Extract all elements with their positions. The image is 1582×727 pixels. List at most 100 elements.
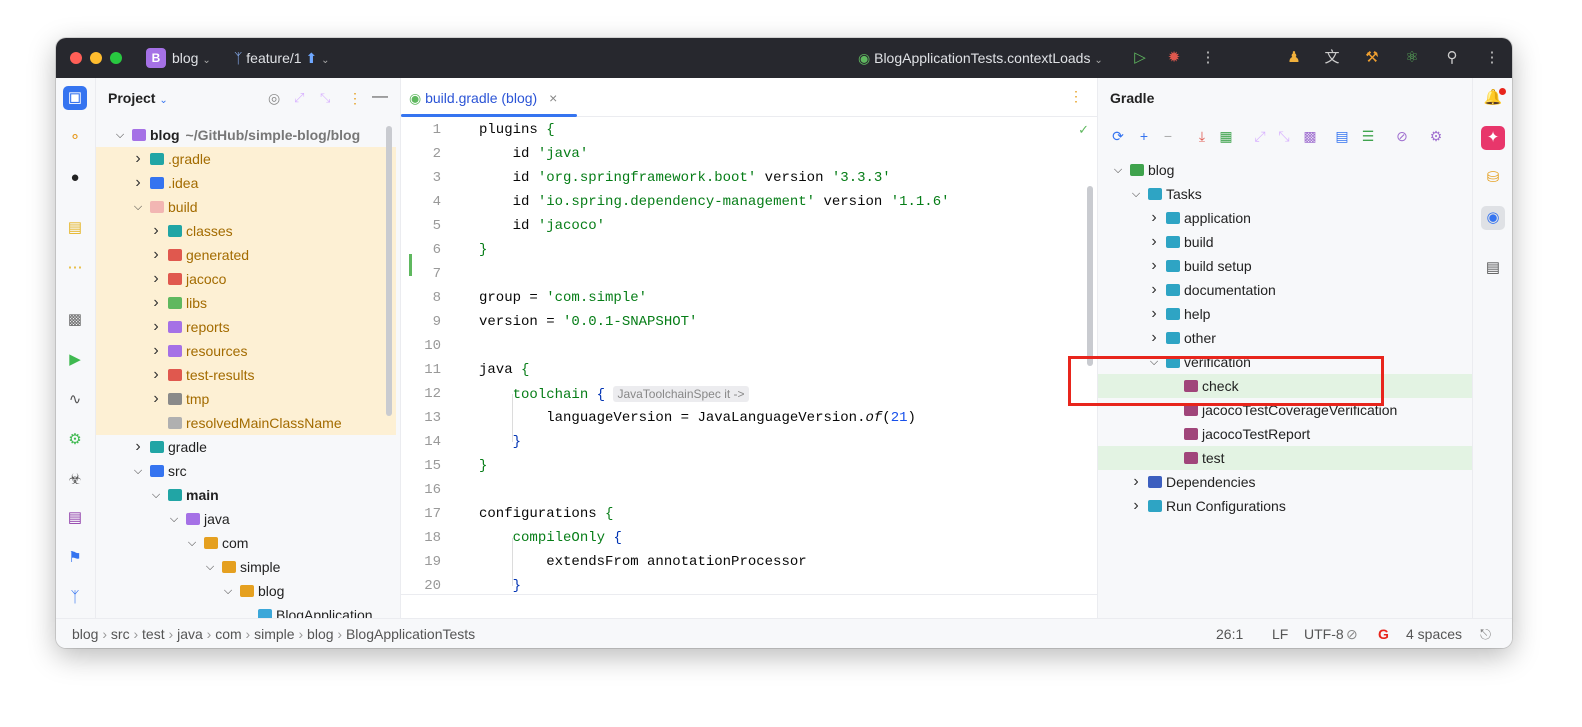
chevron-right-icon[interactable]: ›: [150, 219, 162, 243]
services-icon[interactable]: ⚙: [63, 428, 87, 452]
chevron-down-icon[interactable]: ⌵: [1112, 158, 1124, 182]
breadcrumb-item[interactable]: com: [215, 626, 241, 642]
chevron-right-icon[interactable]: ›: [132, 171, 144, 195]
git-icon[interactable]: ᛉ: [63, 586, 87, 610]
gradle-elephant-icon[interactable]: ◉: [1481, 206, 1505, 230]
breadcrumb-item[interactable]: BlogApplicationTests: [346, 626, 475, 642]
editor-options-icon[interactable]: ⋮: [1069, 88, 1083, 105]
dependency-diagram-icon[interactable]: ☰: [1360, 128, 1376, 144]
locate-icon[interactable]: ◎: [268, 90, 280, 107]
add-icon[interactable]: +: [1136, 128, 1152, 144]
chevron-right-icon[interactable]: ›: [1148, 302, 1160, 326]
lock-icon[interactable]: ⎋: [1480, 626, 1491, 643]
collapse-all-icon[interactable]: ⤡: [1276, 128, 1292, 144]
project-tree-row[interactable]: BlogApplication: [96, 603, 396, 618]
project-tree-row[interactable]: › generated: [96, 243, 396, 267]
chevron-right-icon[interactable]: ›: [1130, 494, 1142, 518]
gradle-tree-row[interactable]: › help: [1098, 302, 1472, 326]
gradle-settings-icon[interactable]: ⚙: [1428, 128, 1444, 144]
gradle-tree-row[interactable]: › documentation: [1098, 278, 1472, 302]
documentation-icon[interactable]: ▤: [1481, 256, 1505, 280]
chevron-right-icon[interactable]: ›: [150, 315, 162, 339]
project-tree-row[interactable]: ⌵ main: [96, 483, 396, 507]
project-panel-title[interactable]: Project ⌄: [108, 90, 168, 106]
build-tools-icon[interactable]: ⚒: [1362, 48, 1382, 68]
project-tree-row[interactable]: › gradle: [96, 435, 396, 459]
gradle-tree-row[interactable]: › build: [1098, 230, 1472, 254]
chevron-right-icon[interactable]: ›: [1148, 326, 1160, 350]
hide-panel-icon[interactable]: —: [372, 88, 388, 106]
options-icon[interactable]: ⋮: [348, 90, 362, 107]
project-tree-row[interactable]: › reports: [96, 315, 396, 339]
breadcrumb-item[interactable]: java: [177, 626, 203, 642]
breadcrumb-item[interactable]: simple: [254, 626, 294, 642]
ai-chat-icon[interactable]: ✦: [1481, 126, 1505, 150]
translate-icon[interactable]: 文: [1322, 48, 1342, 68]
reload-icon[interactable]: ⟳: [1110, 128, 1126, 144]
chevron-down-icon[interactable]: ⌵: [132, 195, 144, 219]
google-icon[interactable]: G: [1378, 626, 1389, 642]
more-actions-icon[interactable]: ⋮: [1198, 48, 1218, 68]
project-tree-row[interactable]: › classes: [96, 219, 396, 243]
debug-tool-icon[interactable]: ☣: [63, 468, 87, 492]
chevron-down-icon[interactable]: ⌵: [168, 507, 180, 531]
toggle-offline-icon[interactable]: ⊘: [1394, 128, 1410, 144]
chevron-right-icon[interactable]: ›: [1130, 470, 1142, 494]
project-tree-row[interactable]: ⌵ com: [96, 531, 396, 555]
chevron-right-icon[interactable]: ›: [1148, 254, 1160, 278]
more-tools-icon[interactable]: ⋯: [63, 256, 87, 280]
gradle-tree-row[interactable]: jacocoTestReport: [1098, 422, 1472, 446]
chevron-down-icon[interactable]: ⌵: [204, 555, 216, 579]
remove-icon[interactable]: −: [1160, 128, 1176, 144]
project-tree-row[interactable]: › test-results: [96, 363, 396, 387]
chevron-right-icon[interactable]: ›: [150, 339, 162, 363]
breadcrumb-item[interactable]: blog: [307, 626, 333, 642]
chevron-down-icon[interactable]: ⌵: [186, 531, 198, 555]
project-tree-row[interactable]: ⌵ src: [96, 459, 396, 483]
gradle-tree-row[interactable]: › other: [1098, 326, 1472, 350]
chevron-down-icon[interactable]: ⌵: [150, 483, 162, 507]
chevron-right-icon[interactable]: ›: [150, 243, 162, 267]
gradle-tree-row[interactable]: › Run Configurations: [1098, 494, 1472, 518]
project-tree-row[interactable]: ⌵ build: [96, 195, 396, 219]
analyze-icon[interactable]: ▤: [1334, 128, 1350, 144]
problems-icon[interactable]: ⚑: [63, 546, 87, 570]
tab-build-gradle[interactable]: ◉ build.gradle (blog) ×: [409, 78, 557, 116]
run-tool-icon[interactable]: ▶: [63, 348, 87, 372]
chevron-right-icon[interactable]: ›: [132, 147, 144, 171]
breadcrumb-item[interactable]: blog: [72, 626, 98, 642]
line-separator[interactable]: LF: [1272, 626, 1288, 642]
debug-icon[interactable]: ✹: [1164, 48, 1184, 68]
run-icon[interactable]: ▷: [1130, 48, 1150, 68]
expand-all-icon[interactable]: ⤢: [1252, 128, 1268, 144]
project-tree-row[interactable]: › .idea: [96, 171, 396, 195]
project-tree-row[interactable]: › .gradle: [96, 147, 396, 171]
editor-scrollbar[interactable]: [1087, 186, 1093, 366]
gradle-tree-row[interactable]: test: [1098, 446, 1472, 470]
database-icon[interactable]: ⛁: [1481, 166, 1505, 190]
project-tree-row[interactable]: resolvedMainClassName: [96, 411, 396, 435]
project-tree-row[interactable]: › jacoco: [96, 267, 396, 291]
search-icon[interactable]: ⚲: [1442, 48, 1462, 68]
chevron-right-icon[interactable]: ›: [150, 387, 162, 411]
github-icon[interactable]: ●: [63, 166, 87, 190]
gradle-tree-row[interactable]: › application: [1098, 206, 1472, 230]
download-sources-icon[interactable]: ⤓: [1194, 128, 1210, 144]
gradle-tree-row[interactable]: › build setup: [1098, 254, 1472, 278]
minimize-window-button[interactable]: [90, 52, 102, 64]
chevron-right-icon[interactable]: ›: [150, 363, 162, 387]
close-window-button[interactable]: [70, 52, 82, 64]
project-tree-row[interactable]: ⌵ simple: [96, 555, 396, 579]
code-with-me-icon[interactable]: ♟: [1284, 48, 1304, 68]
project-tree-row[interactable]: ⌵ java: [96, 507, 396, 531]
project-tree-row[interactable]: ⌵ blog ~/GitHub/simple-blog/blog: [96, 123, 396, 147]
chevron-right-icon[interactable]: ›: [1148, 278, 1160, 302]
chevron-right-icon[interactable]: ›: [132, 435, 144, 459]
run-config-selector[interactable]: ◉ BlogApplicationTests.contextLoads ⌄: [858, 50, 1103, 67]
chevron-down-icon[interactable]: ⌵: [132, 459, 144, 483]
group-modules-icon[interactable]: ▩: [1302, 128, 1318, 144]
indent-setting[interactable]: 4 spaces: [1406, 626, 1462, 642]
caret-position[interactable]: 26:1: [1216, 626, 1243, 642]
bookmarks-icon[interactable]: ▩: [63, 308, 87, 332]
project-switcher[interactable]: blog ⌄: [172, 50, 211, 66]
